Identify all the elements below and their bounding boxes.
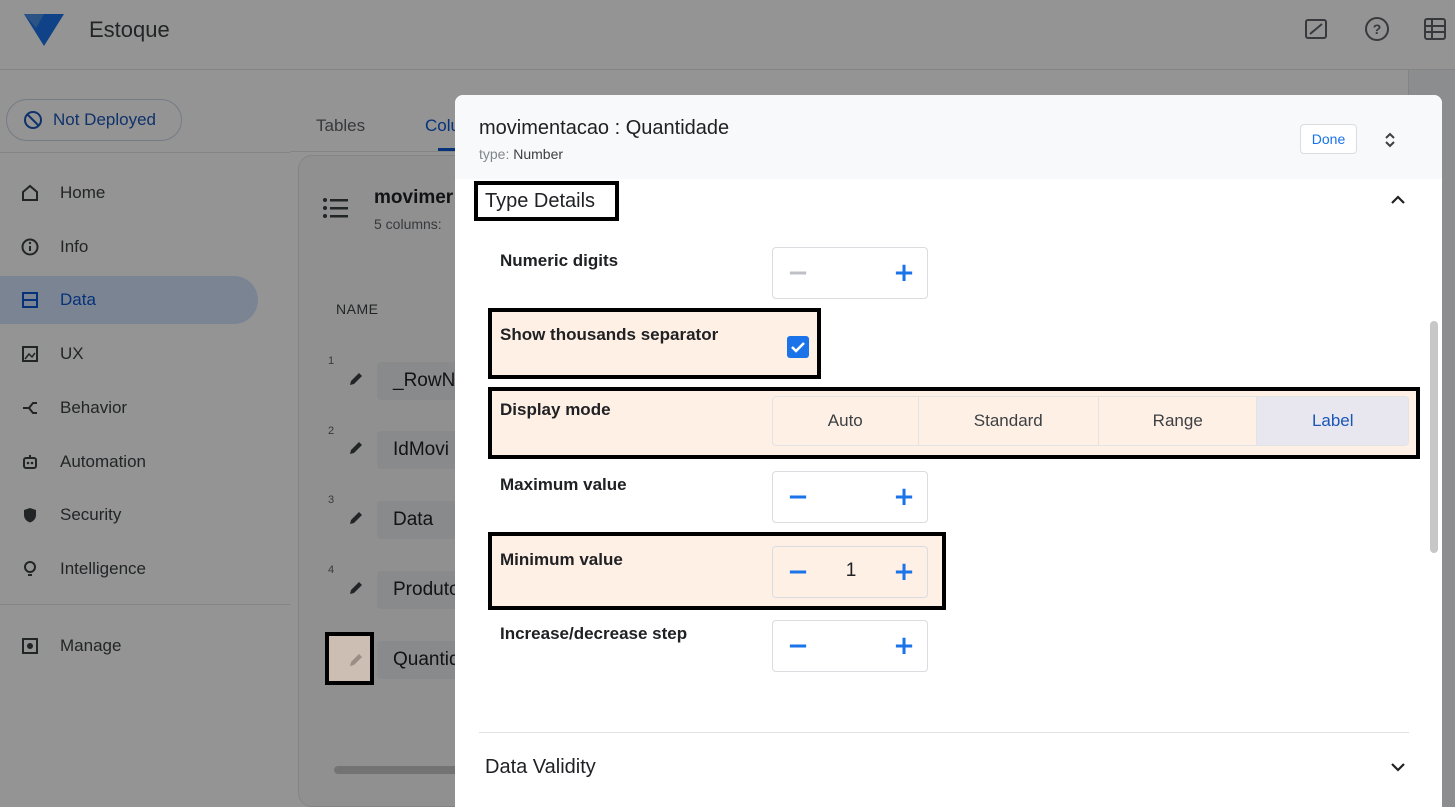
thousands-separator-label: Show thousands separator [500, 325, 719, 344]
decrement-button[interactable]: − [785, 260, 811, 286]
decrement-button[interactable]: − [785, 484, 811, 510]
dialog-title: movimentacao : Quantidade [479, 117, 730, 139]
highlight-box [325, 632, 374, 685]
data-validity-title[interactable]: Data Validity [485, 756, 596, 779]
decrement-button[interactable]: − [785, 633, 811, 659]
dialog-header: movimentacao : Quantidade type: Number D… [455, 95, 1442, 179]
display-mode-segmented-control: Auto Standard Range Label [772, 396, 1409, 446]
increment-button[interactable]: + [891, 633, 917, 659]
increment-button[interactable]: + [891, 559, 917, 585]
minimum-value-stepper: − + [772, 546, 928, 598]
chevron-up-icon[interactable] [1389, 193, 1407, 207]
maximum-value-stepper: − + [772, 471, 928, 523]
type-label: type: [479, 146, 510, 162]
checkmark-icon [791, 342, 805, 353]
display-mode-auto[interactable]: Auto [773, 397, 919, 445]
column-edit-dialog: movimentacao : Quantidade type: Number D… [455, 95, 1442, 807]
minimum-value-label: Minimum value [500, 550, 623, 569]
display-mode-label[interactable]: Label [1257, 397, 1408, 445]
highlight-box [474, 181, 619, 221]
expand-collapse-icon[interactable] [1382, 131, 1398, 149]
type-value: Number [513, 146, 564, 162]
display-mode-range[interactable]: Range [1099, 397, 1258, 445]
thousands-separator-checkbox[interactable] [787, 336, 809, 358]
increment-button[interactable]: + [891, 260, 917, 286]
vertical-scrollbar[interactable] [1430, 321, 1438, 553]
column-type: type: Number [479, 146, 563, 162]
step-stepper: − + [772, 620, 928, 672]
decrement-button[interactable]: − [785, 559, 811, 585]
done-button[interactable]: Done [1300, 124, 1357, 154]
display-mode-label: Display mode [500, 400, 611, 419]
maximum-value-label: Maximum value [500, 475, 627, 494]
maximum-value-input[interactable] [813, 485, 889, 507]
numeric-digits-input[interactable] [813, 261, 889, 283]
numeric-digits-label: Numeric digits [500, 251, 619, 270]
numeric-digits-stepper: − + [772, 247, 928, 299]
step-label: Increase/decrease step [500, 624, 688, 643]
increment-button[interactable]: + [891, 484, 917, 510]
minimum-value-input[interactable] [813, 560, 889, 582]
display-mode-standard[interactable]: Standard [919, 397, 1099, 445]
chevron-down-icon[interactable] [1389, 760, 1407, 774]
section-divider [479, 732, 1409, 733]
step-input[interactable] [813, 634, 889, 656]
